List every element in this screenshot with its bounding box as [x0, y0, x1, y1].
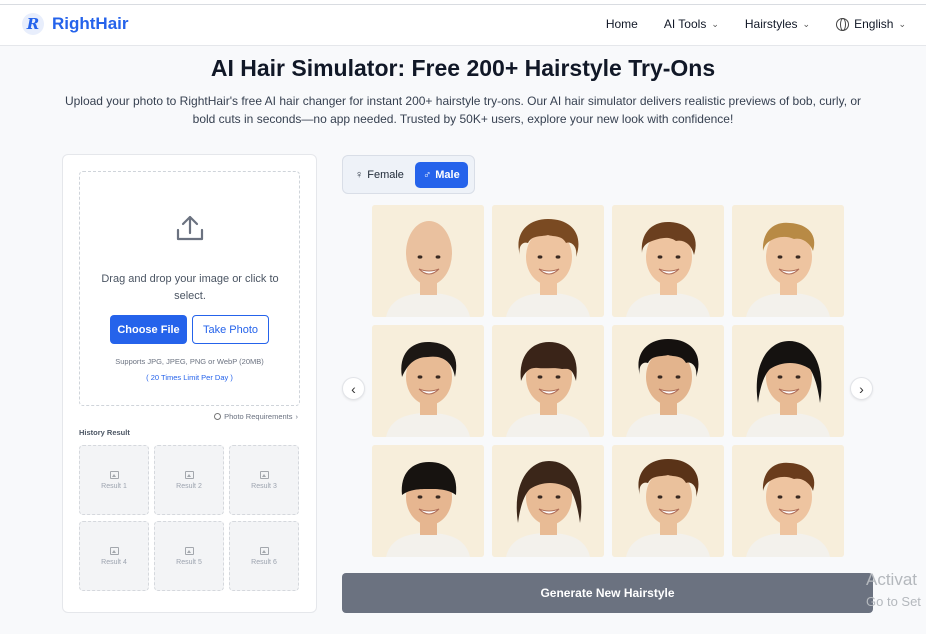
male-label: Male	[435, 169, 460, 181]
hairstyle-preview-image	[732, 325, 844, 437]
upload-dropzone[interactable]: Drag and drop your image or click to sel…	[79, 171, 300, 406]
chevron-down-icon: ⌄	[898, 18, 906, 29]
os-activation-subtext: Go to Set	[866, 594, 921, 609]
page-title: AI Hair Simulator: Free 200+ Hairstyle T…	[210, 55, 716, 81]
hairstyle-option[interactable]	[492, 445, 604, 557]
hairstyle-preview-image	[612, 205, 724, 317]
info-icon	[214, 413, 222, 420]
hairstyle-option[interactable]	[372, 205, 484, 317]
history-title: History Result	[79, 428, 130, 437]
upload-icon	[176, 215, 204, 241]
choose-file-button[interactable]: Choose File	[110, 315, 187, 344]
os-activation-watermark: Activat	[866, 570, 918, 589]
hairstyle-option[interactable]	[372, 325, 484, 437]
history-slot-label: Result 6	[251, 558, 277, 566]
history-slot[interactable]: Result 1	[79, 445, 149, 515]
hairstyle-option[interactable]	[492, 205, 604, 317]
hairstyle-option[interactable]	[372, 445, 484, 557]
hairstyle-option[interactable]	[732, 445, 844, 557]
take-photo-button[interactable]: Take Photo	[192, 315, 269, 344]
hairstyle-option[interactable]	[612, 205, 724, 317]
history-grid: Result 1 Result 2 Result 3 Result 4 Resu…	[79, 445, 299, 591]
male-icon: ♂	[423, 169, 432, 181]
hairstyle-option[interactable]	[612, 445, 724, 557]
page-description: Upload your photo to RightHair's free AI…	[64, 94, 862, 126]
hairstyle-preview-image	[732, 205, 844, 317]
main-nav: Home AI Tools ⌄ Hairstyles ⌄ English ⌄	[606, 17, 906, 31]
hairstyle-preview-image	[612, 445, 724, 557]
chevron-left-icon: ‹	[351, 380, 356, 397]
hairstyle-option[interactable]	[612, 325, 724, 437]
hairstyle-preview-image	[372, 325, 484, 437]
male-tab[interactable]: ♂ Male	[415, 162, 468, 188]
hairstyle-preview-image	[492, 205, 604, 317]
language-label: English	[854, 17, 894, 31]
hairstyle-preview-image	[372, 445, 484, 557]
hairstyle-preview-image	[492, 325, 604, 437]
nav-home-label: Home	[605, 17, 638, 31]
history-slot[interactable]: Result 5	[154, 521, 224, 591]
image-placeholder-icon	[184, 470, 194, 479]
logo-mark-icon: R	[22, 13, 44, 35]
chevron-right-icon: ›	[859, 380, 864, 397]
history-slot[interactable]: Result 3	[229, 445, 299, 515]
nav-ai-tools[interactable]: AI Tools ⌄	[664, 17, 719, 31]
nav-hairstyles[interactable]: Hairstyles ⌄	[745, 17, 810, 31]
generate-hairstyle-button[interactable]: Generate New Hairstyle	[342, 573, 873, 613]
nav-home[interactable]: Home	[606, 17, 638, 31]
hairstyle-option[interactable]	[732, 325, 844, 437]
hairstyle-preview-image	[492, 445, 604, 557]
upload-buttons: Choose File Take Photo	[110, 315, 269, 344]
image-placeholder-icon	[109, 470, 119, 479]
hairstyle-preview-image	[372, 205, 484, 317]
female-label: Female	[367, 169, 404, 181]
upload-panel: Drag and drop your image or click to sel…	[62, 154, 317, 613]
history-slot[interactable]: Result 6	[229, 521, 299, 591]
female-icon: ♀	[355, 169, 364, 181]
logo[interactable]: R RightHair	[22, 13, 129, 35]
photo-requirements-label: Photo Requirements	[224, 412, 293, 421]
image-placeholder-icon	[259, 470, 269, 479]
gender-toggle: ♀ Female ♂ Male	[342, 155, 475, 194]
chevron-down-icon: ⌄	[802, 18, 811, 29]
nav-ai-tools-label: AI Tools	[663, 17, 707, 31]
chevron-down-icon: ⌄	[711, 18, 719, 29]
female-tab[interactable]: ♀ Female	[347, 162, 412, 188]
image-placeholder-icon	[184, 546, 194, 555]
hairstyle-grid	[372, 205, 844, 557]
globe-icon	[836, 17, 850, 31]
hairstyle-preview-image	[732, 445, 844, 557]
image-placeholder-icon	[259, 546, 269, 555]
carousel-next-button[interactable]: ›	[850, 377, 873, 400]
history-slot[interactable]: Result 4	[79, 521, 149, 591]
hairstyle-option[interactable]	[732, 205, 844, 317]
site-header: R RightHair Home AI Tools ⌄ Hairstyles ⌄ E…	[0, 5, 926, 46]
history-slot-label: Result 3	[251, 482, 277, 490]
brand-name: RightHair	[52, 14, 129, 33]
chevron-right-icon: ›	[295, 412, 299, 421]
hairstyle-preview-image	[612, 325, 724, 437]
history-slot-label: Result 4	[101, 558, 127, 566]
dropzone-instructions: Drag and drop your image or click to sel…	[101, 273, 279, 302]
language-selector[interactable]: English ⌄	[836, 17, 906, 31]
image-placeholder-icon	[109, 546, 119, 555]
history-slot-label: Result 1	[101, 482, 127, 490]
nav-hairstyles-label: Hairstyles	[744, 17, 798, 31]
daily-limit: ( 20 Times Limit Per Day )	[146, 373, 233, 382]
history-slot[interactable]: Result 2	[154, 445, 224, 515]
hairstyle-option[interactable]	[492, 325, 604, 437]
supported-formats: Supports JPG, JPEG, PNG or WebP (20MB)	[115, 357, 264, 366]
photo-requirements-link[interactable]: Photo Requirements ›	[214, 412, 298, 421]
history-slot-label: Result 2	[176, 482, 202, 490]
carousel-prev-button[interactable]: ‹	[342, 377, 365, 400]
history-slot-label: Result 5	[176, 558, 202, 566]
